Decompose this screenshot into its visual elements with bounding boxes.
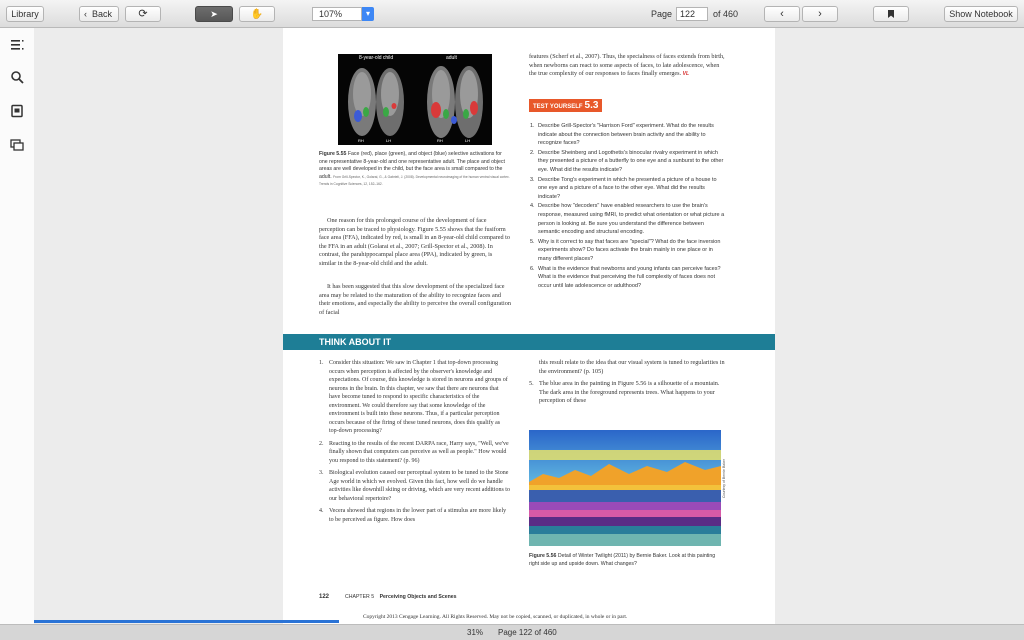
think-about-it-list-left: 1. Consider this situation: We saw in Cha… <box>319 359 511 528</box>
select-tool-button[interactable]: ➤ <box>195 6 233 22</box>
list-item: 2. Reacting to the results of the recent … <box>319 440 509 464</box>
brain-label-adult: adult <box>446 55 457 61</box>
page-status: Page 122 of 460 <box>498 628 557 637</box>
back-label: Back <box>92 9 113 19</box>
think-item-continued: this result relate to the idea that our … <box>539 359 725 375</box>
list-item: 2. Describe Sheinberg and Logothetis's bi… <box>530 149 724 173</box>
brain-label-lh: LH <box>386 138 392 143</box>
next-page-button[interactable]: › <box>802 6 838 22</box>
list-item: 4. Vecera showed that regions in the lowe… <box>319 508 507 523</box>
right-paragraph: features (Scherf et al., 2007). Thus, th… <box>529 53 725 79</box>
footer-page-number: 122 <box>319 594 330 600</box>
zoom-field[interactable]: 107% <box>312 7 362 21</box>
list-item: 1. Consider this situation: We saw in Cha… <box>319 360 508 434</box>
toolbar: Library ‹ Back ⟳ ➤ ✋ 107% ▾ Page 122 of 4… <box>0 0 1024 28</box>
test-yourself-questions: 1. Describe Grill-Spector's "Harrison For… <box>530 122 726 291</box>
brain-label-rh: RH <box>437 138 443 143</box>
figure-label: Figure 5.56 <box>529 553 557 559</box>
figure-5-55-brain-scans: 8-year-old child adult RH LH RH LH <box>338 54 492 145</box>
figure-label: Figure 5.55 <box>319 151 347 157</box>
list-item: 6. What is the evidence that newborns and… <box>530 265 721 289</box>
test-yourself-badge: TEST YOURSELF 5.3 <box>529 99 603 112</box>
book-page: 8-year-old child adult RH LH RH LH Figur… <box>283 28 775 624</box>
test-yourself-number: 5.3 <box>584 100 599 111</box>
search-icon[interactable] <box>9 70 25 86</box>
chevron-left-icon: ‹ <box>780 8 784 20</box>
document-viewport[interactable]: 8-year-old child adult RH LH RH LH Figur… <box>34 28 1024 624</box>
footer-chapter: CHAPTER 5 Perceiving Objects and Scenes <box>345 594 457 600</box>
bookmark-icon <box>888 10 894 18</box>
status-bar: 31% Page 122 of 460 <box>0 624 1024 640</box>
painting-credit: Courtesy of Bernie Baker <box>722 458 726 498</box>
toc-icon[interactable] <box>9 38 25 54</box>
show-notebook-button[interactable]: Show Notebook <box>944 6 1018 22</box>
cards-icon[interactable] <box>9 138 25 154</box>
bookmark-button[interactable] <box>873 6 909 22</box>
figure-5-55-caption: Figure 5.55 Face (red), place (green), a… <box>319 151 511 189</box>
list-item: 5. The blue area in the painting in Figur… <box>529 380 720 404</box>
test-yourself-label: TEST YOURSELF <box>533 104 583 110</box>
caption-text: Detail of Winter Twilight (2011) by Bern… <box>529 553 716 567</box>
brain-label-lh: LH <box>465 138 471 143</box>
list-item: 3. Biological evolution caused our percep… <box>319 470 510 502</box>
left-paragraph-1: One reason for this prolonged course of … <box>319 217 510 267</box>
brain-label-rh: RH <box>358 138 364 143</box>
page-label: Page <box>651 9 673 19</box>
brain-label-child: 8-year-old child <box>359 55 394 61</box>
library-button[interactable]: Library <box>6 6 44 22</box>
copyright-line: Copyright 2013 Cengage Learning. All Rig… <box>363 614 628 620</box>
cursor-arrow-icon: ➤ <box>210 9 218 19</box>
sidebar <box>0 28 35 624</box>
list-item: 5. Why is it correct to say that faces ar… <box>530 238 721 262</box>
refresh-icon: ⟳ <box>138 8 148 20</box>
notes-icon[interactable] <box>9 104 25 120</box>
caption-credit: From Grill-Spector, K., Golarai, G., & G… <box>319 174 510 187</box>
back-button[interactable]: ‹ Back <box>79 6 119 22</box>
list-item: 3. Describe Tong's experiment in which he… <box>530 176 717 200</box>
left-paragraph-2: It has been suggested that this slow dev… <box>319 283 511 316</box>
think-about-it-header: THINK ABOUT IT <box>283 334 775 350</box>
figure-5-56-caption: Figure 5.56 Detail of Winter Twilight (2… <box>529 553 725 568</box>
right-paragraph-text: features (Scherf et al., 2007). Thus, th… <box>529 53 725 77</box>
vl-badge: VL <box>682 71 690 77</box>
list-item: 1. Describe Grill-Spector's "Harrison For… <box>530 123 714 147</box>
previous-page-button[interactable]: ‹ <box>764 6 800 22</box>
figure-5-56-painting <box>529 430 721 546</box>
zoom-dropdown-button[interactable]: ▾ <box>362 7 374 21</box>
page-total: of 460 <box>713 9 739 19</box>
reading-progress-bar <box>34 620 339 623</box>
chevron-left-icon: ‹ <box>84 9 87 19</box>
chevron-right-icon: › <box>818 8 822 20</box>
think-about-it-list-right: this result relate to the idea that our … <box>529 359 725 406</box>
hand-icon: ✋ <box>250 9 264 20</box>
chevron-down-icon: ▾ <box>365 9 370 18</box>
footer-chapter-label: CHAPTER 5 <box>345 594 375 600</box>
list-item: 4. Describe how "decoders" have enabled r… <box>530 203 725 236</box>
page-number-input[interactable]: 122 <box>676 7 708 21</box>
progress-percent: 31% <box>467 628 484 637</box>
hand-tool-button[interactable]: ✋ <box>239 6 275 22</box>
footer-chapter-title: Perceiving Objects and Scenes <box>379 594 457 600</box>
refresh-button[interactable]: ⟳ <box>125 6 161 22</box>
